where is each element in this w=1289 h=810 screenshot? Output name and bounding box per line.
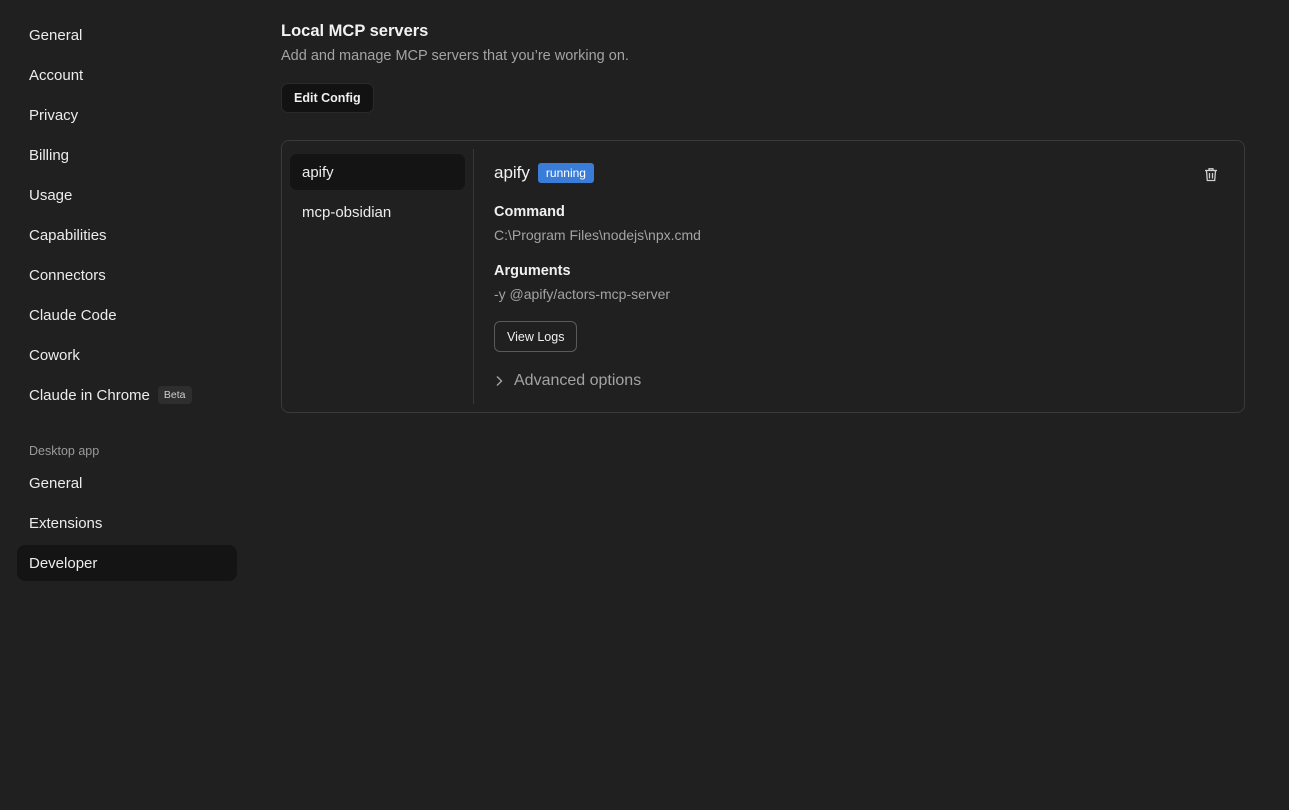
server-list: apify mcp-obsidian bbox=[290, 154, 465, 234]
sidebar-item-label: Privacy bbox=[29, 106, 79, 124]
sidebar-item-label: Cowork bbox=[29, 346, 80, 364]
server-item-label: mcp-obsidian bbox=[302, 203, 392, 221]
server-name: apify bbox=[494, 163, 530, 182]
sidebar-item-developer[interactable]: Developer bbox=[17, 545, 237, 581]
arguments-value: -y @apify/actors-mcp-server bbox=[494, 286, 671, 302]
sidebar-item-label: General bbox=[29, 26, 83, 44]
panel-divider bbox=[473, 149, 474, 404]
server-item-label: apify bbox=[302, 163, 334, 181]
sidebar-item-general[interactable]: General bbox=[17, 17, 237, 53]
beta-badge: Beta bbox=[157, 386, 192, 404]
sidebar-item-label: Billing bbox=[29, 146, 70, 164]
chevron-right-icon bbox=[494, 374, 508, 388]
server-detail: apify running Command C:\Program Files\n… bbox=[494, 161, 1220, 392]
page-subtitle: Add and manage MCP servers that you’re w… bbox=[281, 48, 629, 64]
status-badge: running bbox=[537, 163, 594, 183]
server-item-apify[interactable]: apify bbox=[290, 154, 465, 190]
settings-window: General Account Privacy Billing Usage Ca… bbox=[0, 0, 1289, 810]
advanced-options-label: Advanced options bbox=[514, 372, 642, 389]
sidebar-item-claude-in-chrome[interactable]: Claude in Chrome Beta bbox=[17, 377, 237, 413]
sidebar-item-label: General bbox=[29, 474, 83, 492]
sidebar-item-account[interactable]: Account bbox=[17, 57, 237, 93]
view-logs-button[interactable]: View Logs bbox=[494, 321, 578, 352]
arguments-label: Arguments bbox=[494, 263, 571, 279]
sidebar-item-usage[interactable]: Usage bbox=[17, 177, 237, 213]
sidebar-item-label: Extensions bbox=[29, 514, 103, 532]
trash-icon bbox=[1205, 167, 1217, 181]
sidebar-item-label: Usage bbox=[29, 186, 73, 204]
sidebar-item-label: Capabilities bbox=[29, 226, 107, 244]
edit-config-button[interactable]: Edit Config bbox=[281, 83, 374, 113]
sidebar-item-extensions[interactable]: Extensions bbox=[17, 505, 237, 541]
settings-sidebar: General Account Privacy Billing Usage Ca… bbox=[17, 17, 237, 585]
sidebar-item-label: Account bbox=[29, 66, 84, 84]
server-item-mcp-obsidian[interactable]: mcp-obsidian bbox=[290, 194, 465, 230]
sidebar-item-billing[interactable]: Billing bbox=[17, 137, 237, 173]
sidebar-item-cowork[interactable]: Cowork bbox=[17, 337, 237, 373]
sidebar-item-label: Claude in Chrome bbox=[29, 386, 150, 404]
desktop-app-section-label: Desktop app bbox=[29, 444, 100, 458]
command-value: C:\Program Files\nodejs\npx.cmd bbox=[494, 227, 701, 243]
sidebar-item-claude-code[interactable]: Claude Code bbox=[17, 297, 237, 333]
sidebar-item-privacy[interactable]: Privacy bbox=[17, 97, 237, 133]
sidebar-item-connectors[interactable]: Connectors bbox=[17, 257, 237, 293]
server-detail-header: apify running bbox=[494, 161, 1220, 185]
sidebar-item-desktop-general[interactable]: General bbox=[17, 465, 237, 501]
sidebar-item-label: Claude Code bbox=[29, 306, 117, 324]
page-title: Local MCP servers bbox=[281, 22, 429, 40]
developer-settings-panel: Local MCP servers Add and manage MCP ser… bbox=[281, 20, 1245, 413]
delete-server-button[interactable] bbox=[1202, 165, 1220, 183]
sidebar-item-label: Connectors bbox=[29, 266, 106, 284]
advanced-options-toggle[interactable]: Advanced options bbox=[494, 370, 1220, 392]
sidebar-item-capabilities[interactable]: Capabilities bbox=[17, 217, 237, 253]
mcp-server-panel: apify mcp-obsidian apify running Command… bbox=[281, 140, 1245, 413]
command-label: Command bbox=[494, 204, 565, 220]
sidebar-item-label: Developer bbox=[29, 554, 98, 572]
